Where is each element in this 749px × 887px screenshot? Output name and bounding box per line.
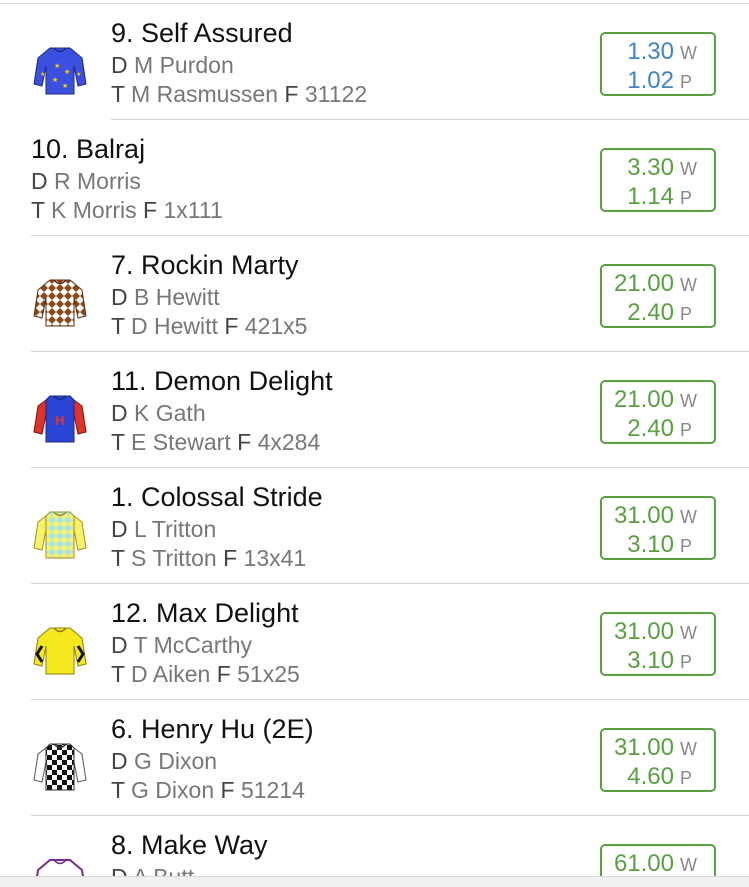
silk-blue-red-sleeves-h-icon: H xyxy=(33,395,87,443)
bottom-bar xyxy=(0,876,749,887)
svg-text:★: ★ xyxy=(62,82,68,90)
svg-text:H: H xyxy=(55,413,64,428)
driver-line: D T McCarthy xyxy=(111,632,253,658)
runner-name: 6. Henry Hu (2E) xyxy=(111,714,314,744)
trainer-form-line: T S Tritton F 13x41 xyxy=(111,545,307,571)
svg-text:★: ★ xyxy=(76,71,81,78)
silk-black-white-check-icon xyxy=(33,743,87,791)
win-odds: 3.30 xyxy=(627,154,674,181)
runner-row[interactable]: 8. Make Way D A Butt 61.00W xyxy=(0,816,749,876)
runner-name: 11. Demon Delight xyxy=(111,366,333,396)
place-odds: 1.02 xyxy=(627,67,674,94)
runner-name: 7. Rockin Marty xyxy=(111,250,299,280)
silk-blue-stars-icon: ★ ★ ★ ★ ★ ★ xyxy=(33,47,87,95)
odds-button[interactable]: 3.30 W 1.14 P xyxy=(600,148,716,212)
win-odds: 21.00 xyxy=(613,386,674,413)
runner-row[interactable]: 1. Colossal Stride D L Tritton T S Tritt… xyxy=(0,468,749,584)
silk-yellow-cyan-check-icon xyxy=(33,511,87,559)
driver-line: D K Gath xyxy=(111,400,206,426)
trainer-form-line: T G Dixon F 51214 xyxy=(111,777,305,803)
driver-line: D G Dixon xyxy=(111,748,218,774)
place-odds: 3.10 xyxy=(627,531,674,558)
driver-line: D L Tritton xyxy=(111,516,217,542)
silk-purple-partial-icon xyxy=(36,859,84,876)
svg-text:★: ★ xyxy=(52,76,58,84)
runner-row[interactable]: 12. Max Delight D T McCarthy T D Aiken F… xyxy=(0,584,749,700)
win-odds: 31.00 xyxy=(613,502,674,529)
trainer-form-line: T K Morris F 1x111 xyxy=(31,197,223,223)
place-odds: 2.40 xyxy=(627,415,674,442)
win-odds: 1.30 xyxy=(627,38,674,65)
win-odds: 31.00 xyxy=(613,734,674,761)
win-odds: 61.00 xyxy=(613,850,674,876)
svg-text:★: ★ xyxy=(40,71,45,78)
trainer-form-line: T E Stewart F 4x284 xyxy=(111,429,321,455)
place-odds: 4.60 xyxy=(627,763,674,790)
svg-text:★: ★ xyxy=(64,68,70,76)
driver-line: D A Butt xyxy=(111,864,194,876)
runner-row[interactable]: 7. Rockin Marty D B Hewitt T D Hewitt F … xyxy=(0,236,749,352)
driver-line: D R Morris xyxy=(31,168,141,194)
odds-button[interactable]: 31.00 W 4.60 P xyxy=(600,728,716,792)
trainer-form-line: T M Rasmussen F 31122 xyxy=(111,81,368,107)
runner-name: 8. Make Way xyxy=(111,830,268,860)
silk-brown-diamonds-icon xyxy=(33,279,87,327)
odds-button[interactable]: 31.00 W 3.10 P xyxy=(600,496,716,560)
place-odds: 3.10 xyxy=(627,647,674,674)
runner-name: 12. Max Delight xyxy=(111,598,299,628)
runner-row[interactable]: ★ ★ ★ ★ ★ ★ 9. Self Assured D M Purdon T M … xyxy=(0,4,749,120)
runner-row[interactable]: 6. Henry Hu (2E) D G Dixon T G Dixon F 5… xyxy=(0,700,749,816)
place-odds: 1.14 xyxy=(627,183,674,210)
runner-name: 10. Balraj xyxy=(31,134,146,164)
win-odds: 21.00 xyxy=(613,270,674,297)
win-odds: 31.00 xyxy=(613,618,674,645)
trainer-form-line: T D Hewitt F 421x5 xyxy=(111,313,308,339)
runner-name: 9. Self Assured xyxy=(111,18,293,48)
runner-row[interactable]: 10. Balraj D R Morris T K Morris F 1x111… xyxy=(0,120,749,236)
runner-row[interactable]: H 11. Demon Delight D K Gath T E Stewart… xyxy=(0,352,749,468)
odds-button[interactable]: 1.30 W 1.02 P xyxy=(600,32,716,96)
runner-name: 1. Colossal Stride xyxy=(111,482,323,512)
silk-yellow-chevrons-icon xyxy=(33,627,87,675)
driver-line: D B Hewitt xyxy=(111,284,220,310)
odds-button[interactable]: 31.00 W 3.10 P xyxy=(600,612,716,676)
trainer-form-line: T D Aiken F 51x25 xyxy=(111,661,300,687)
driver-line: D M Purdon xyxy=(111,52,234,78)
odds-button[interactable]: 21.00 W 2.40 P xyxy=(600,380,716,444)
place-odds: 2.40 xyxy=(627,299,674,326)
odds-button[interactable]: 61.00 W xyxy=(600,844,716,876)
svg-text:★: ★ xyxy=(54,62,60,70)
odds-button[interactable]: 21.00 W 2.40 P xyxy=(600,264,716,328)
